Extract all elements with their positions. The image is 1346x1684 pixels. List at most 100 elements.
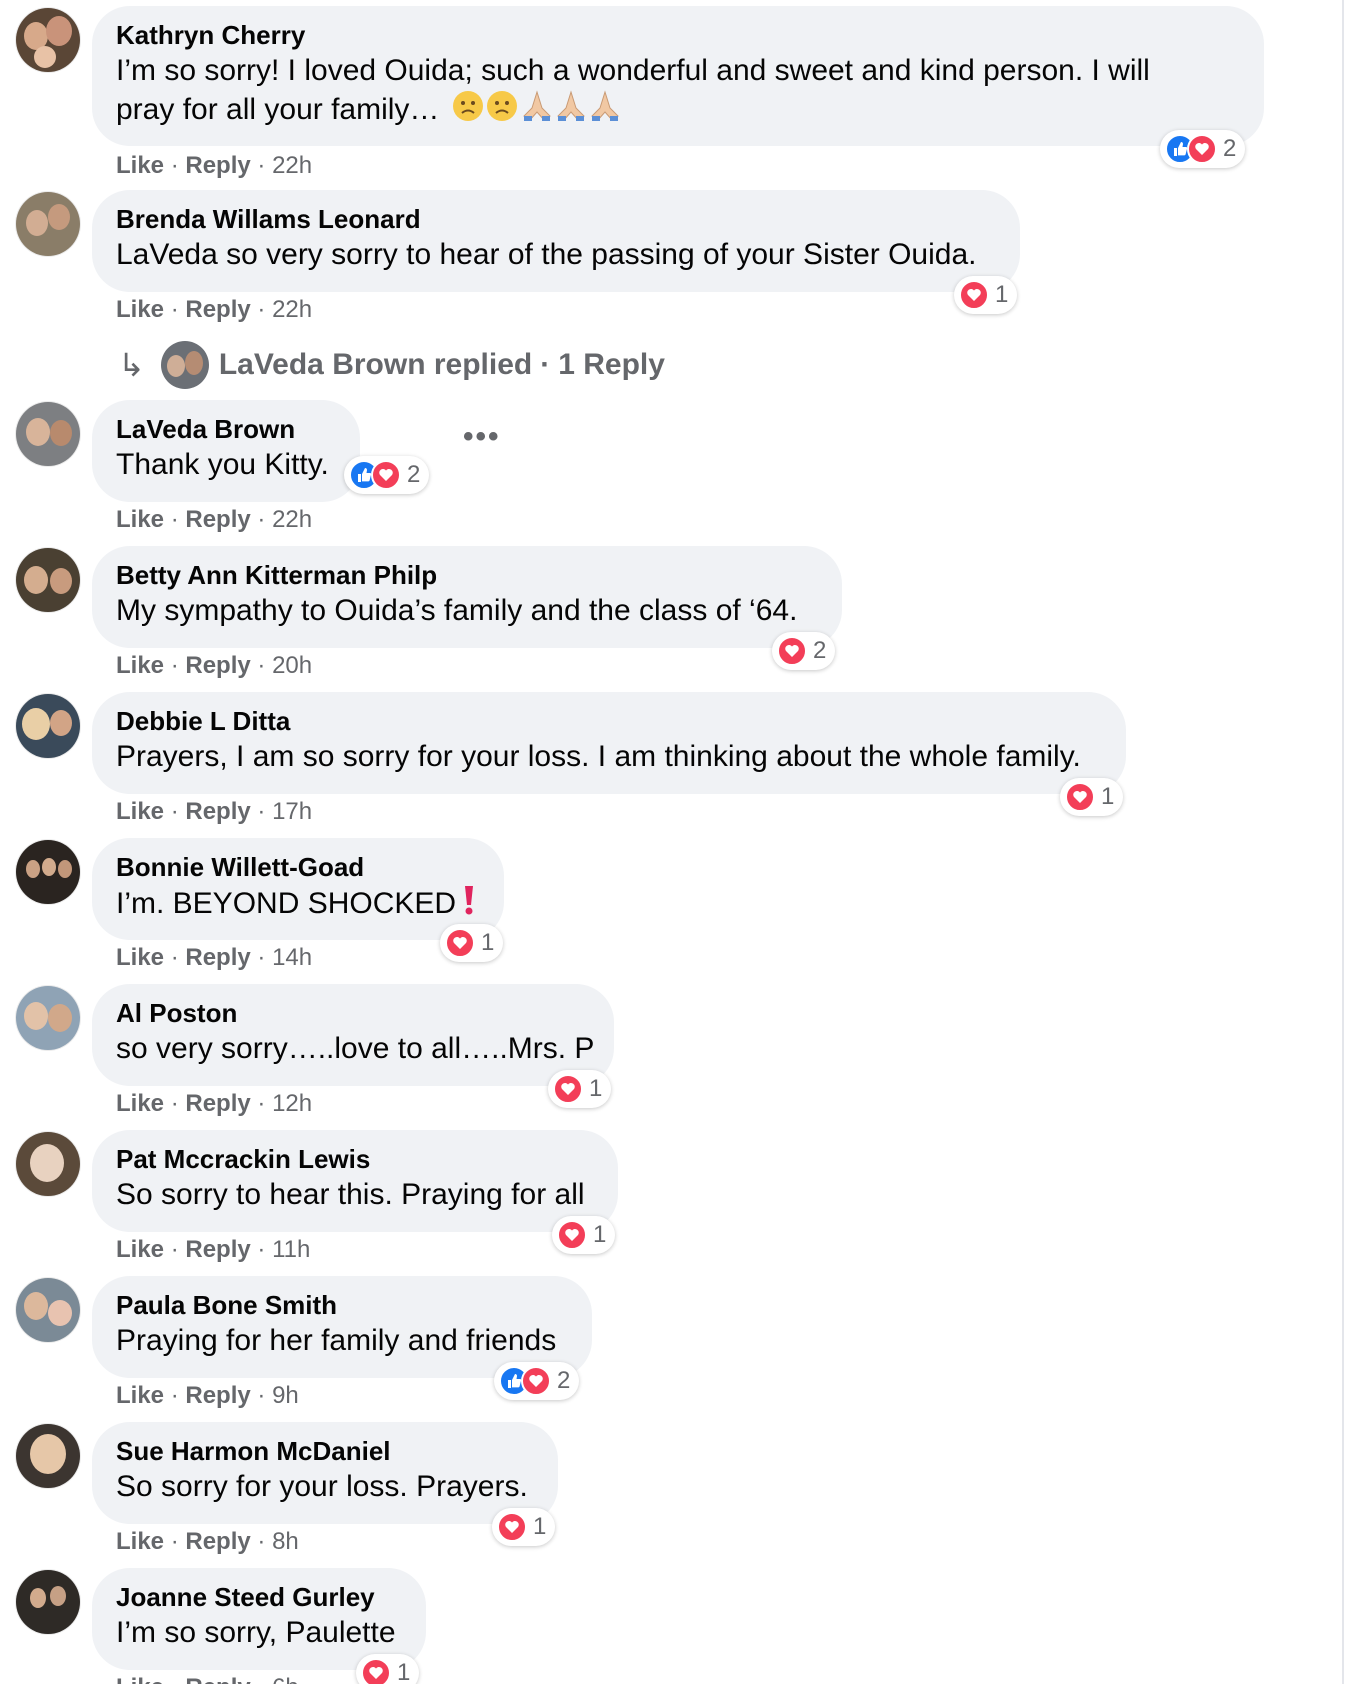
reaction-summary[interactable]: 2 [1160,130,1246,168]
like-button[interactable]: Like [116,152,164,179]
reaction-count: 2 [1223,135,1237,162]
avatar[interactable] [16,694,80,758]
reaction-summary[interactable]: 2 [772,632,836,670]
like-button[interactable]: Like [116,1090,164,1117]
separator: · [170,944,179,971]
comment-author[interactable]: Kathryn Cherry [116,20,1240,50]
comment-actions: Like · Reply · 12h [116,1090,312,1118]
comment-bubble: Brenda Willams Leonard LaVeda so very so… [92,190,1020,292]
comment-author[interactable]: Pat Mccrackin Lewis [116,1144,594,1174]
comment-timestamp[interactable]: 6h [272,1674,299,1684]
reaction-summary[interactable]: 1 [552,1216,616,1254]
avatar[interactable] [16,1424,80,1488]
comment-bubble: Pat Mccrackin Lewis So sorry to hear thi… [92,1130,618,1232]
like-button[interactable]: Like [116,506,164,533]
exclamation-icon [462,884,476,926]
reply-button[interactable]: Reply [185,152,250,179]
like-button[interactable]: Like [116,652,164,679]
avatar[interactable] [16,548,80,612]
reply-count-label: 1 Reply [558,348,665,381]
avatar[interactable] [16,192,80,256]
reply-button[interactable]: Reply [185,1528,250,1555]
love-reaction-icon [497,1512,527,1542]
avatar[interactable] [16,1570,80,1634]
comment-author[interactable]: Joanne Steed Gurley [116,1582,402,1612]
reply-button[interactable]: Reply [185,1090,250,1117]
comment-actions: Like · Reply · 22h [116,296,312,324]
comment-bubble: Betty Ann Kitterman Philp My sympathy to… [92,546,842,648]
like-button[interactable]: Like [116,1528,164,1555]
comment-author[interactable]: LaVeda Brown [116,414,336,444]
comment-text: Praying for her family and friends [116,1324,557,1357]
reaction-summary[interactable]: 1 [492,1508,556,1546]
avatar[interactable] [16,840,80,904]
comment-bubble: Bonnie Willett-Goad I’m. BEYOND SHOCKED [92,838,504,940]
more-options-button[interactable]: ••• [463,420,501,454]
like-button[interactable]: Like [116,944,164,971]
reply-button[interactable]: Reply [185,1674,250,1684]
reply-arrow-icon: ↳ [118,347,145,383]
reply-button[interactable]: Reply [185,1382,250,1409]
comment-timestamp[interactable]: 14h [272,944,312,971]
avatar[interactable] [16,1278,80,1342]
comment-timestamp[interactable]: 11h [272,1236,310,1263]
reply-button[interactable]: Reply [185,652,250,679]
comment-text: LaVeda so very sorry to hear of the pass… [116,238,977,271]
reply-button[interactable]: Reply [185,798,250,825]
separator: · [170,652,179,679]
view-replies-link[interactable]: ↳ LaVeda Brown replied · 1 Reply [118,340,665,390]
comment-author[interactable]: Sue Harmon McDaniel [116,1436,534,1466]
separator: · [257,1382,266,1409]
reaction-summary[interactable]: 1 [1060,778,1124,816]
separator: · [170,152,179,179]
comment-author[interactable]: Brenda Willams Leonard [116,204,996,234]
avatar[interactable] [16,402,80,466]
avatar[interactable] [16,1132,80,1196]
separator: · [170,1382,179,1409]
like-button[interactable]: Like [116,798,164,825]
comment-timestamp[interactable]: 22h [272,152,312,179]
reaction-summary[interactable]: 2 [494,1362,580,1400]
separator: · [257,1528,266,1555]
reaction-summary[interactable]: 1 [440,924,504,962]
separator: · [257,944,266,971]
avatar [160,341,209,389]
avatar[interactable] [16,986,80,1050]
comment-timestamp[interactable]: 8h [272,1528,299,1555]
comment-timestamp[interactable]: 12h [272,1090,312,1117]
reply-button[interactable]: Reply [185,944,250,971]
comment: Paula Bone Smith Praying for her family … [0,1276,1300,1411]
comment-author[interactable]: Al Poston [116,998,590,1028]
like-button[interactable]: Like [116,1382,164,1409]
reaction-summary[interactable]: 2 [344,456,430,494]
comment: Bonnie Willett-Goad I’m. BEYOND SHOCKED … [0,838,1300,973]
separator: · [257,1674,265,1684]
like-button[interactable]: Like [116,1674,164,1684]
separator: · [170,506,179,533]
love-reaction-icon [371,460,401,490]
reaction-summary[interactable]: 1 [954,276,1018,314]
comment-timestamp[interactable]: 9h [272,1382,299,1409]
reply-button[interactable]: Reply [185,296,250,323]
separator: · [257,506,266,533]
reply-button[interactable]: Reply [185,1236,250,1263]
comment-author[interactable]: Paula Bone Smith [116,1290,568,1320]
like-button[interactable]: Like [116,1236,164,1263]
comment-actions: Like · Reply · 17h [116,798,312,826]
like-button[interactable]: Like [116,296,164,323]
love-reaction-icon [1065,782,1095,812]
comment-timestamp[interactable]: 22h [272,506,312,533]
reply-button[interactable]: Reply [185,506,250,533]
comment-text: My sympathy to Ouida’s family and the cl… [116,594,798,627]
comment-timestamp[interactable]: 22h [272,296,312,323]
comment-author[interactable]: Debbie L Ditta [116,706,1102,736]
reaction-summary[interactable]: 1 [548,1070,612,1108]
comment-timestamp[interactable]: 20h [272,652,312,679]
comment-author[interactable]: Betty Ann Kitterman Philp [116,560,818,590]
reaction-summary[interactable]: 1 [356,1654,420,1684]
comment-timestamp[interactable]: 17h [272,798,312,825]
comment: Kathryn Cherry I’m so sorry! I loved Oui… [0,6,1300,179]
comment: Debbie L Ditta Prayers, I am so sorry fo… [0,692,1300,827]
avatar[interactable] [16,8,80,72]
comment-author[interactable]: Bonnie Willett-Goad [116,852,480,882]
